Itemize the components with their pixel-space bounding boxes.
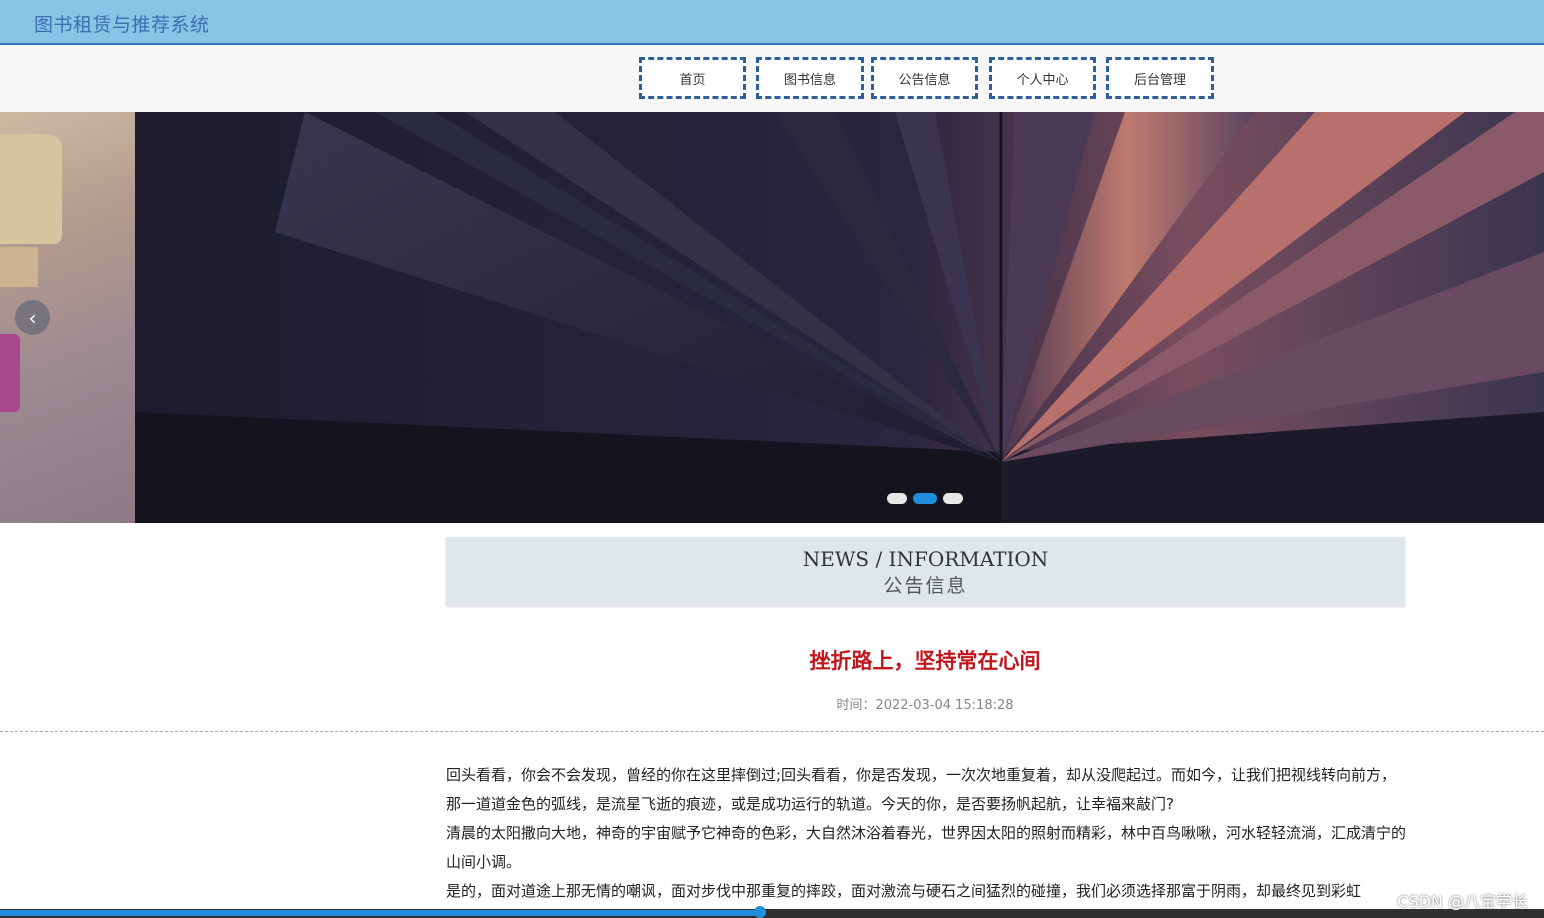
article-paragraph: 清晨的太阳撒向大地，神奇的宇宙赋予它神奇的色彩，大自然沐浴着春光，世界因太阳的照… xyxy=(446,824,1407,871)
article-title: 挫折路上，坚持常在心间 xyxy=(809,649,1041,673)
nav-books-button[interactable]: 图书信息 xyxy=(756,57,864,99)
bottom-progress-fill xyxy=(0,910,760,916)
article-paragraph: 回头看看，你会不会发现，曾经的你在这里摔倒过;回头看看，你是否发现，一次次地重复… xyxy=(446,766,1397,813)
site-title[interactable]: 图书租赁与推荐系统 xyxy=(34,10,210,37)
nav-notices-button[interactable]: 公告信息 xyxy=(871,57,978,99)
news-section-header: NEWS / INFORMATION 公告信息 xyxy=(446,537,1405,606)
article-paragraph: 是的，面对道途上那无情的嘲讽，面对步伐中那重复的摔跤，面对激流与硬石之间猛烈的碰… xyxy=(446,882,1362,900)
article-body: 回头看看，你会不会发现，曾经的你在这里摔倒过;回头看看，你是否发现，一次次地重复… xyxy=(446,761,1406,906)
banner-current-slide-image xyxy=(135,112,1544,523)
carousel-dot-3[interactable] xyxy=(943,493,963,504)
page: 图书租赁与推荐系统 首页 图书信息 公告信息 个人中心 后台管理 ‹ NEWS … xyxy=(0,0,1544,918)
nav-admin-button[interactable]: 后台管理 xyxy=(1106,57,1214,99)
progress-handle[interactable] xyxy=(754,906,766,918)
nav-home-button[interactable]: 首页 xyxy=(639,57,746,99)
divider xyxy=(0,731,1544,732)
top-header-bar: 图书租赁与推荐系统 xyxy=(0,0,1544,45)
main-nav: 首页 图书信息 公告信息 个人中心 后台管理 xyxy=(0,46,1544,112)
nav-profile-button[interactable]: 个人中心 xyxy=(989,57,1096,99)
article-timestamp: 时间：2022-03-04 15:18:28 xyxy=(836,698,1014,713)
carousel-indicators xyxy=(887,493,963,504)
news-title-en: NEWS / INFORMATION xyxy=(802,547,1049,571)
carousel-dot-2[interactable] xyxy=(913,493,937,504)
carousel-prev-arrow-icon[interactable]: ‹ xyxy=(15,300,50,335)
open-book-illustration xyxy=(135,112,1544,523)
watermark-text: CSDN @八宝学长 xyxy=(1397,892,1528,911)
wooden-block-shape xyxy=(0,134,62,244)
purple-object-shape xyxy=(0,334,20,412)
news-title-cn: 公告信息 xyxy=(883,575,968,597)
wooden-block-shape xyxy=(0,247,38,287)
carousel-dot-1[interactable] xyxy=(887,493,907,504)
banner-carousel[interactable]: ‹ xyxy=(0,112,1544,523)
